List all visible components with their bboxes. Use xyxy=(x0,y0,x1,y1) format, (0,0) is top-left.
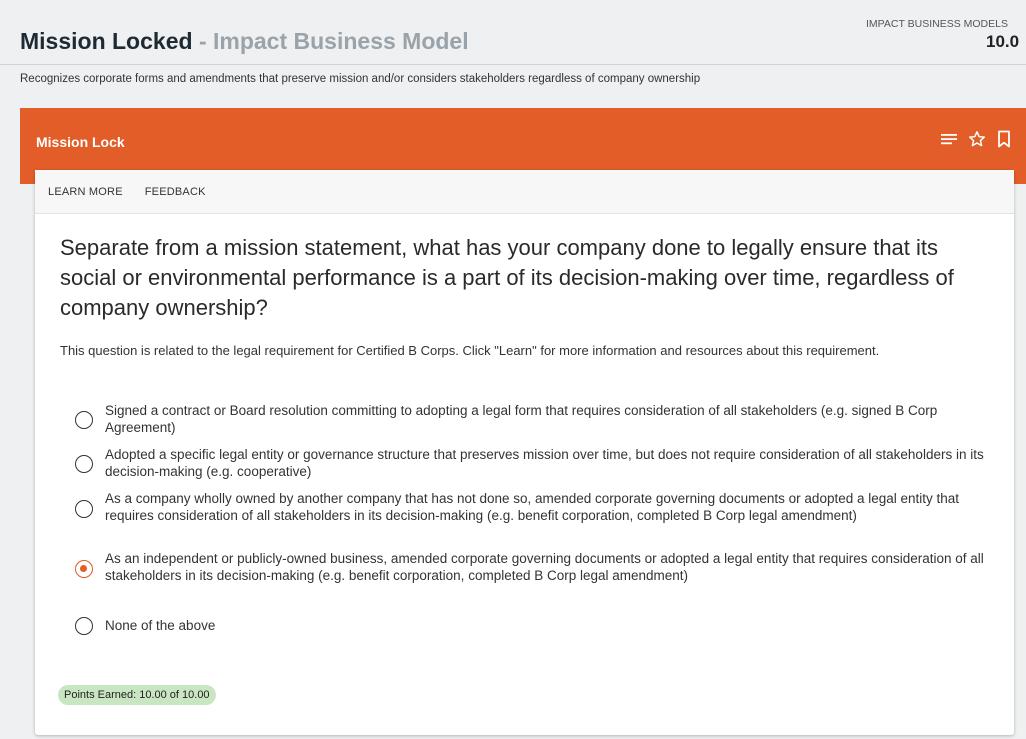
option-2-label: Adopted a specific legal entity or gover… xyxy=(105,447,984,479)
radio-option-5[interactable] xyxy=(75,617,93,635)
section-title: Mission Lock xyxy=(36,134,125,150)
score-label: IMPACT BUSINESS MODELS xyxy=(866,18,1008,30)
score-value: 10.0 xyxy=(986,32,1020,51)
question-card: LEARN MORE FEEDBACK Separate from a miss… xyxy=(35,170,1014,735)
page-title-separator: - xyxy=(198,28,207,54)
points-badge: Points Earned: 10.00 of 10.00 xyxy=(58,685,216,705)
radio-option-3[interactable] xyxy=(75,500,93,518)
question-note: This question is related to the legal re… xyxy=(60,343,880,358)
star-icon[interactable] xyxy=(968,130,986,148)
bookmark-icon[interactable] xyxy=(996,130,1012,148)
tab-learn-more[interactable]: LEARN MORE xyxy=(48,186,123,198)
category-description: Recognizes corporate forms and amendment… xyxy=(20,73,701,85)
menu-icon[interactable] xyxy=(940,131,958,147)
answer-options: Signed a contract or Board resolution co… xyxy=(75,402,995,636)
option-3-label: As a company wholly owned by another com… xyxy=(105,491,960,523)
radio-option-4-selected[interactable] xyxy=(75,560,93,578)
option-2[interactable]: Adopted a specific legal entity or gover… xyxy=(75,446,995,482)
header-divider xyxy=(0,64,1026,65)
option-1[interactable]: Signed a contract or Board resolution co… xyxy=(75,402,995,438)
option-4-label: As an independent or publicly-owned busi… xyxy=(105,551,984,583)
card-tabs: LEARN MORE FEEDBACK xyxy=(35,170,1014,214)
option-3[interactable]: As a company wholly owned by another com… xyxy=(75,490,995,544)
option-1-label: Signed a contract or Board resolution co… xyxy=(105,403,938,435)
option-4[interactable]: As an independent or publicly-owned busi… xyxy=(75,550,995,604)
option-5[interactable]: None of the above xyxy=(75,616,995,636)
page-header: Mission Locked - Impact Business Model I… xyxy=(0,0,1026,65)
question-text: Separate from a mission statement, what … xyxy=(60,235,954,320)
radio-option-1[interactable] xyxy=(75,411,93,429)
tab-feedback[interactable]: FEEDBACK xyxy=(145,186,206,198)
page-title-subtitle: Impact Business Model xyxy=(213,28,469,54)
option-5-label: None of the above xyxy=(105,618,216,633)
radio-option-2[interactable] xyxy=(75,455,93,473)
page-title-main: Mission Locked xyxy=(20,28,193,54)
section-actions xyxy=(940,130,1012,148)
page-title: Mission Locked - Impact Business Model xyxy=(20,28,469,55)
